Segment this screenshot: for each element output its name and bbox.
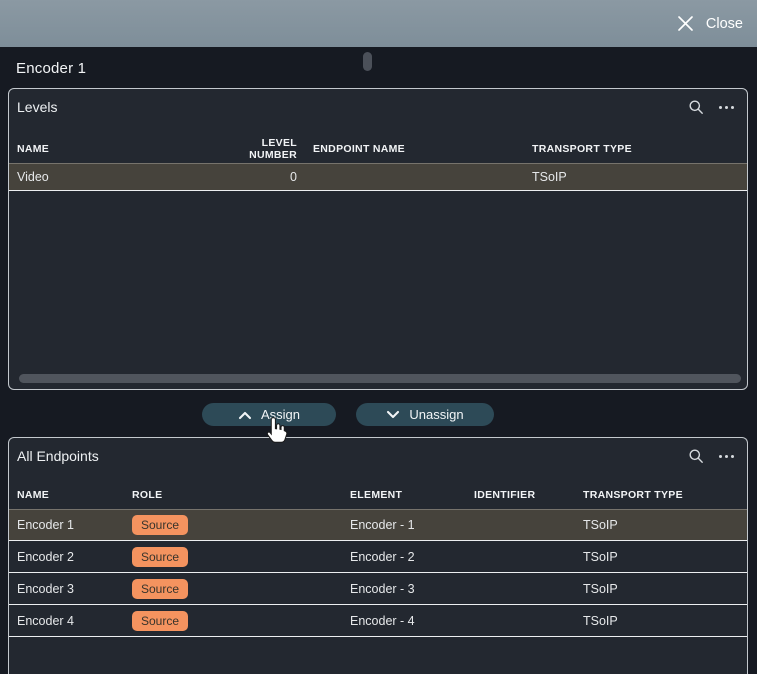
table-row[interactable]: Encoder 3 Source Encoder - 3 TSoIP [9, 573, 747, 605]
column-header-role: ROLE [132, 488, 163, 501]
chevron-down-icon [386, 410, 400, 420]
table-row[interactable]: Encoder 4 Source Encoder - 4 TSoIP [9, 605, 747, 637]
column-header-level-number: LEVEL NUMBER [249, 137, 297, 161]
page-title: Encoder 1 [16, 60, 87, 77]
column-header-transport-type: TRANSPORT TYPE [532, 143, 632, 155]
search-icon[interactable] [688, 448, 704, 464]
endpoints-table-header: NAME ROLE ELEMENT IDENTIFIER TRANSPORT T… [9, 486, 747, 503]
endpoint-name: Encoder 4 [17, 613, 74, 628]
role-badge: Source [132, 578, 189, 599]
table-row[interactable]: Video 0 TSoIP [9, 163, 747, 191]
level-name: Video [17, 170, 49, 184]
levels-panel-title: Levels [17, 99, 58, 115]
endpoint-element: Encoder - 2 [350, 549, 415, 564]
more-options-icon[interactable] [719, 105, 734, 109]
drag-handle-icon[interactable] [363, 52, 372, 71]
endpoints-panel-title: All Endpoints [17, 448, 99, 464]
all-endpoints-panel: All Endpoints NAME ROLE ELEMENT IDENTIFI… [8, 437, 748, 674]
chevron-up-icon [238, 410, 252, 420]
close-label: Close [705, 15, 743, 32]
table-row[interactable]: Encoder 1 Source Encoder - 1 TSoIP [9, 509, 747, 541]
endpoint-element: Encoder - 1 [350, 518, 415, 532]
endpoint-name: Encoder 3 [17, 581, 74, 596]
assign-button-label: Assign [260, 407, 301, 422]
endpoint-transport-type: TSoIP [583, 581, 618, 596]
column-header-name: NAME [17, 143, 50, 155]
endpoint-name: Encoder 2 [17, 549, 74, 564]
levels-panel: Levels NAME LEVEL NUMBER ENDPOINT NAME T… [8, 88, 748, 390]
column-header-identifier: IDENTIFIER [474, 488, 536, 501]
close-button[interactable]: Close [676, 0, 743, 47]
endpoint-transport-type: TSoIP [583, 549, 618, 564]
role-badge: Source [132, 515, 189, 535]
unassign-button-label: Unassign [409, 407, 464, 422]
endpoint-name: Encoder 1 [17, 518, 74, 532]
unassign-button[interactable]: Unassign [356, 403, 494, 426]
endpoint-element: Encoder - 3 [350, 581, 415, 596]
column-header-transport-type: TRANSPORT TYPE [583, 488, 683, 501]
level-transport-type: TSoIP [532, 170, 567, 184]
column-header-endpoint-name: ENDPOINT NAME [313, 143, 405, 155]
endpoint-element: Encoder - 4 [350, 613, 415, 628]
horizontal-scrollbar[interactable] [19, 374, 741, 383]
endpoint-transport-type: TSoIP [583, 613, 618, 628]
endpoint-transport-type: TSoIP [583, 518, 618, 532]
top-bar: Close [0, 0, 757, 47]
table-row[interactable]: Encoder 2 Source Encoder - 2 TSoIP [9, 541, 747, 573]
levels-table-header: NAME LEVEL NUMBER ENDPOINT NAME TRANSPOR… [9, 137, 747, 161]
assign-button[interactable]: Assign [202, 403, 336, 426]
search-icon[interactable] [688, 99, 704, 115]
column-header-name: NAME [17, 488, 50, 501]
column-header-element: ELEMENT [350, 488, 403, 501]
level-number: 0 [290, 170, 297, 184]
role-badge: Source [132, 610, 189, 631]
close-icon [676, 14, 695, 33]
more-options-icon[interactable] [719, 454, 734, 458]
role-badge: Source [132, 546, 189, 567]
